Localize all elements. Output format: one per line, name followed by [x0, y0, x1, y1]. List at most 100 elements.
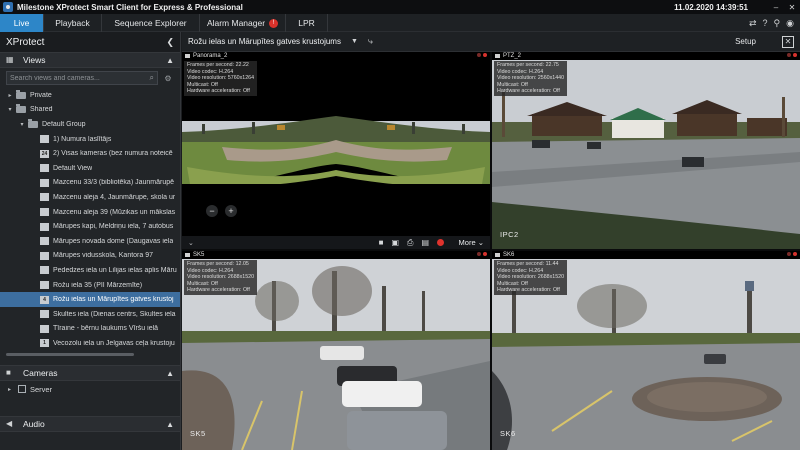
- collapse-panel-icon[interactable]: ❮: [166, 37, 174, 48]
- view-icon: [40, 281, 49, 290]
- camera-grid: Panorama_2 Frames per second: 22.22 Vide…: [182, 52, 800, 450]
- resolution-stat: Video resolution: 2688x1520: [187, 274, 255, 281]
- tab-sequence-explorer[interactable]: Sequence Explorer: [102, 14, 200, 32]
- status-indicators: [787, 252, 797, 256]
- tree-view-item[interactable]: Rožu iela 35 (PII Mārzemīte): [0, 278, 180, 293]
- view-settings-icon[interactable]: ⤷: [368, 36, 373, 47]
- tree-view-item[interactable]: Mazcenu aleja 4, Jaunmārupe, skola ur: [0, 190, 180, 205]
- tree-view-item-selected[interactable]: 4 Rožu ielas un Mārupītes gatves krustoj: [0, 292, 180, 307]
- view-icon: [40, 251, 49, 260]
- tab-playback[interactable]: Playback: [44, 14, 102, 32]
- video-stats-overlay: Frames per second: 22.75 Video codec: H.…: [494, 61, 568, 96]
- status-icon[interactable]: ⚲: [774, 18, 781, 29]
- hw-accel-stat: Hardware acceleration: Off: [497, 88, 560, 95]
- camera-title-bar: SK5: [182, 251, 490, 259]
- camera-tile-sk5[interactable]: SK5 Frames per second: 12.05 Video codec…: [182, 251, 490, 450]
- tab-alarm-manager[interactable]: Alarm Manager!: [200, 14, 286, 32]
- tab-live[interactable]: Live: [0, 14, 44, 32]
- tree-folder-default-group[interactable]: ▾ Default Group: [0, 117, 180, 132]
- camera-tile-ptz[interactable]: PTZ_2 Frames per second: 22.75 Video cod…: [492, 52, 800, 249]
- search-input[interactable]: [10, 74, 150, 82]
- tree-label: Mārupes kapi, Meldriņu iela, 7 autobus: [53, 223, 174, 231]
- tree-view-item[interactable]: Default View: [0, 161, 180, 176]
- tree-label: Rožu ielas un Mārupītes gatves krustoj: [53, 296, 174, 304]
- motion-indicator-icon: [477, 53, 481, 57]
- tree-view-item[interactable]: 1) Numura laslītājs: [0, 132, 180, 147]
- user-icon[interactable]: ◉: [786, 18, 794, 29]
- tab-label: Sequence Explorer: [114, 18, 187, 28]
- tree-server[interactable]: ▸ Server: [0, 381, 180, 397]
- search-options-icon[interactable]: ⚙: [162, 74, 174, 83]
- help-icon[interactable]: ?: [763, 18, 768, 28]
- tree-folder-private[interactable]: ▸ Private: [0, 88, 180, 103]
- view-icon: 24: [40, 149, 49, 158]
- audio-section-header[interactable]: ◀ Audio ▲: [0, 416, 180, 432]
- current-view-name[interactable]: Rožu ielas un Mārupītes gatves krustojum…: [188, 37, 341, 46]
- expand-icon[interactable]: ▸: [6, 92, 14, 99]
- tree-view-item[interactable]: Mārupes novada dome (Daugavas iela: [0, 234, 180, 249]
- record-icon[interactable]: [437, 239, 444, 246]
- panel-title-row: XProtect ❮: [0, 32, 180, 52]
- camera-icon: [185, 54, 190, 58]
- camera-tile-sk6[interactable]: SK6 Frames per second: 11.44 Video codec…: [492, 251, 800, 450]
- camera-toolbar-icons: ■ ▣ ⎙ ▤: [379, 238, 444, 248]
- fps-stat: Frames per second: 22.22: [187, 62, 249, 68]
- camera-icon: [495, 253, 500, 257]
- tab-lpr[interactable]: LPR: [286, 14, 328, 32]
- server-label: Server: [30, 384, 53, 394]
- views-tree: ▸ Private ▾ Shared ▾ Default Group 1) Nu…: [0, 88, 180, 360]
- zoom-in-icon[interactable]: +: [225, 205, 237, 217]
- print-icon[interactable]: ⎙: [407, 238, 413, 248]
- search-icon[interactable]: ⌕: [150, 73, 154, 83]
- chevron-down-icon[interactable]: ⌄: [188, 239, 194, 247]
- camera-name: SK6: [503, 252, 515, 258]
- camera-tile-panorama[interactable]: Panorama_2 Frames per second: 22.22 Vide…: [182, 52, 490, 249]
- tree-view-item[interactable]: Tīraine - bērnu laukums Vīršu ielā: [0, 322, 180, 337]
- tree-view-item[interactable]: Mārupes vidusskola, Kantora 97: [0, 249, 180, 264]
- close-icon[interactable]: ✕: [784, 0, 800, 14]
- tree-folder-shared[interactable]: ▾ Shared: [0, 103, 180, 118]
- views-section-header[interactable]: ▦ Views ▲: [0, 52, 180, 68]
- camera-toolbar: ⌄ ■ ▣ ⎙ ▤ More ⌄: [182, 236, 490, 249]
- tree-label: Mazcenu aleja 4, Jaunmārupe, skola ur: [53, 193, 176, 201]
- copy-icon[interactable]: ▤: [421, 238, 429, 247]
- collapse-icon[interactable]: ▾: [18, 121, 26, 128]
- tree-view-item[interactable]: 1 Vecozolu iela un Jelgavas ceļa krustoj…: [0, 336, 180, 351]
- left-panel: XProtect ❮ ▦ Views ▲ ⌕ ⚙ ▸ Private ▾ Sha…: [0, 32, 181, 450]
- setup-button[interactable]: Setup: [735, 37, 756, 46]
- tree-label: Mazcenu 33/3 (bibliotēka) Jaunmārupē: [53, 179, 175, 187]
- view-toolbar: Rožu ielas un Mārupītes gatves krustojum…: [182, 32, 800, 52]
- camera-title-bar: SK6: [492, 251, 800, 259]
- hw-accel-stat: Hardware acceleration: Off: [497, 287, 560, 294]
- cameras-section-header[interactable]: ■ Cameras ▲: [0, 365, 180, 381]
- grid-icon: ▦: [6, 55, 14, 64]
- tree-view-item[interactable]: Skultes iela (Dienas centrs, Skultes iel…: [0, 307, 180, 322]
- save-icon[interactable]: ▣: [391, 238, 399, 247]
- tree-view-item[interactable]: 24 2) Visas kameras (bez numura noteicē: [0, 146, 180, 161]
- tree-view-item[interactable]: Mazcenu aleja 39 (Mūzikas un mākslas: [0, 205, 180, 220]
- minimize-icon[interactable]: –: [768, 0, 784, 14]
- tree-view-item[interactable]: Mārupes kapi, Meldriņu iela, 7 autobus: [0, 219, 180, 234]
- recording-indicator-icon: [483, 252, 487, 256]
- horizontal-scrollbar[interactable]: [6, 353, 134, 356]
- view-icon: [40, 324, 49, 333]
- tree-view-item[interactable]: Pededzes iela un Lilijas ielas aplis Mār…: [0, 263, 180, 278]
- tree-label: 2) Visas kameras (bez numura noteicē: [53, 150, 173, 158]
- alarm-badge: !: [269, 18, 279, 28]
- collapse-icon[interactable]: ▾: [6, 106, 14, 113]
- tree-view-item[interactable]: Mazcenu 33/3 (bibliotēka) Jaunmārupē: [0, 176, 180, 191]
- view-icon: [40, 266, 49, 275]
- fps-stat: Frames per second: 12.05: [187, 261, 249, 267]
- main-tab-bar: Live Playback Sequence Explorer Alarm Ma…: [0, 14, 800, 32]
- view-dropdown-icon[interactable]: ▼: [351, 38, 358, 45]
- camera-title-bar: PTZ_2: [492, 52, 800, 60]
- tree-label: Pededzes iela un Lilijas ielas aplis Mār…: [53, 266, 177, 274]
- camera-snapshot-icon[interactable]: ■: [379, 238, 384, 247]
- codec-stat: Video codec: H.264: [187, 267, 234, 274]
- more-button[interactable]: More ⌄: [459, 238, 484, 247]
- switch-mode-icon[interactable]: ⇄: [749, 18, 757, 29]
- expand-icon[interactable]: ▸: [8, 386, 16, 393]
- zoom-out-icon[interactable]: −: [206, 205, 218, 217]
- camera-icon: ■: [6, 368, 11, 377]
- fullscreen-icon[interactable]: ✕: [782, 35, 794, 48]
